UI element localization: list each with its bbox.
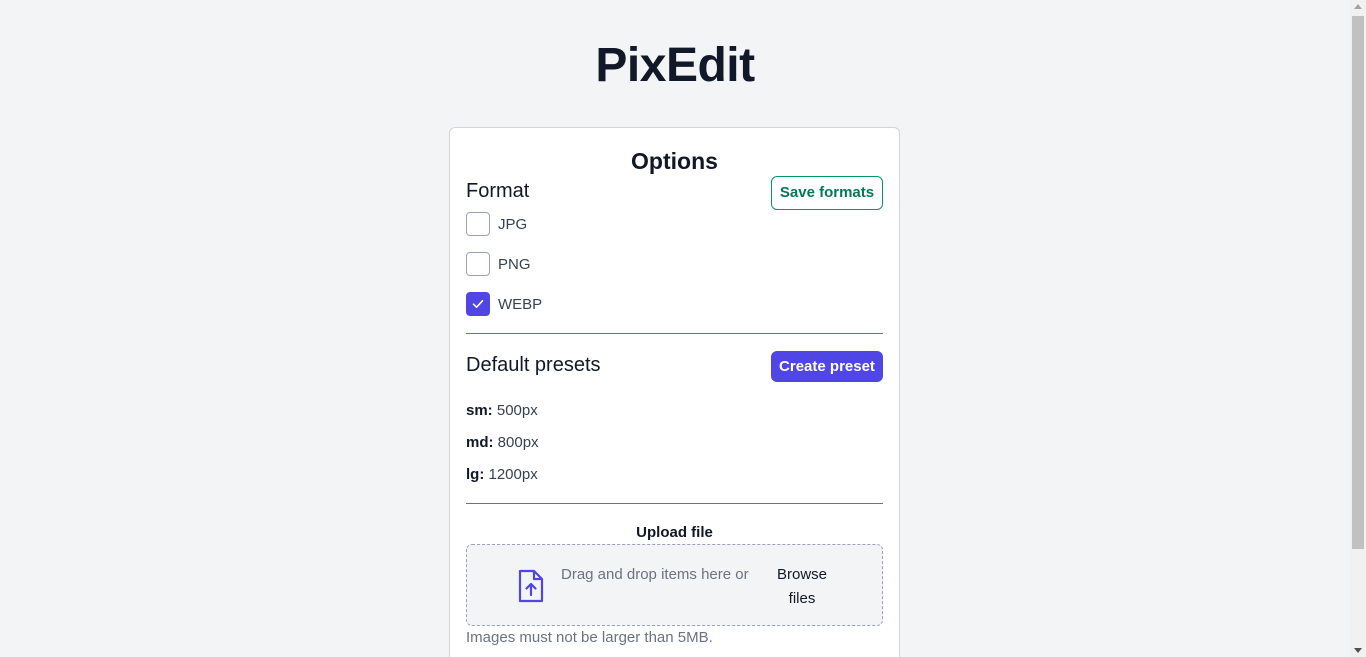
preset-item-lg: lg: 1200px <box>466 466 538 483</box>
preset-key: lg: <box>466 466 485 483</box>
dropzone-text: Drag and drop items here or <box>561 566 749 583</box>
preset-item-md: md: 800px <box>466 434 539 451</box>
preset-key: md: <box>466 434 494 451</box>
options-card: Options Format Save formats JPG PNG WEBP… <box>449 127 900 657</box>
check-icon <box>472 300 484 308</box>
scroll-down-arrow-icon[interactable] <box>1354 648 1362 653</box>
create-preset-button[interactable]: Create preset <box>771 351 883 382</box>
preset-value: 800px <box>497 434 539 451</box>
format-option-webp[interactable]: WEBP <box>466 292 542 316</box>
section-divider <box>466 333 883 334</box>
section-divider <box>466 503 883 504</box>
vertical-scrollbar[interactable] <box>1350 0 1366 657</box>
preset-key: sm: <box>466 402 493 419</box>
preset-value: 1200px <box>488 466 538 483</box>
save-formats-button[interactable]: Save formats <box>771 176 883 210</box>
file-upload-icon <box>518 569 544 603</box>
preset-value: 500px <box>496 402 538 419</box>
png-label: PNG <box>498 255 531 273</box>
browse-files-link[interactable]: Browse files <box>767 563 837 611</box>
format-option-jpg[interactable]: JPG <box>466 212 527 236</box>
webp-label: WEBP <box>498 295 543 313</box>
preset-item-sm: sm: 500px <box>466 402 538 419</box>
app-title: PixEdit <box>595 39 755 92</box>
jpg-checkbox[interactable] <box>466 212 490 236</box>
format-heading: Format <box>466 180 530 202</box>
page: PixEdit Options Format Save formats JPG … <box>0 0 1366 657</box>
upload-dropzone[interactable]: Drag and drop items here or Browse files <box>466 544 883 626</box>
options-title: Options <box>631 148 718 174</box>
jpg-label: JPG <box>498 215 528 233</box>
scroll-thumb[interactable] <box>1352 16 1364 549</box>
format-option-png[interactable]: PNG <box>466 252 531 276</box>
presets-heading: Default presets <box>466 354 601 376</box>
scroll-up-arrow-icon[interactable] <box>1354 4 1362 9</box>
upload-size-hint: Images must not be larger than 5MB. <box>466 629 713 646</box>
webp-checkbox[interactable] <box>466 292 490 316</box>
upload-label: Upload file <box>636 524 713 541</box>
png-checkbox[interactable] <box>466 252 490 276</box>
